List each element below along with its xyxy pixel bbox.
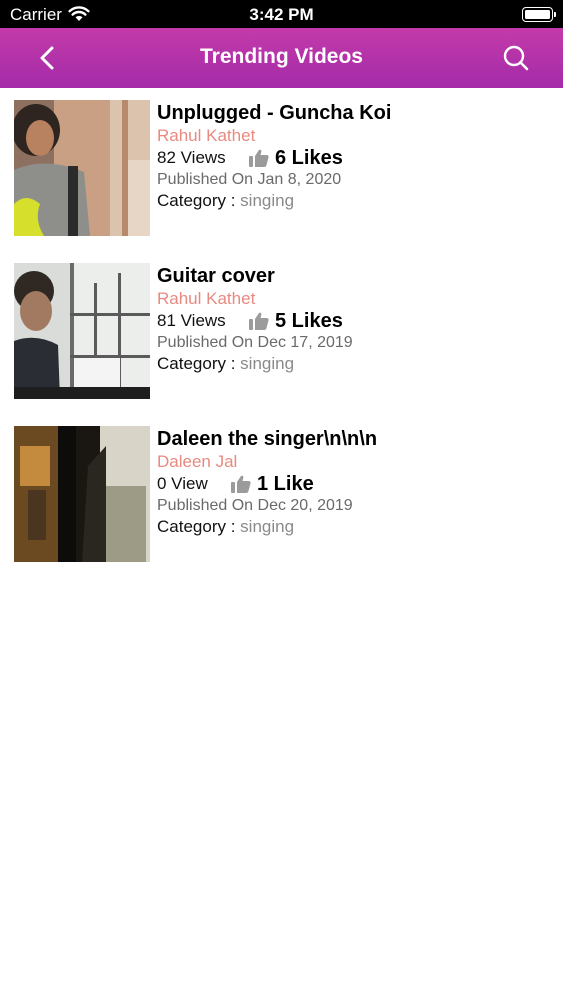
video-item[interactable]: Guitar cover Rahul Kathet 81 Views 5 Lik…	[0, 251, 563, 414]
video-thumbnail[interactable]	[14, 263, 150, 399]
view-count: 81 Views	[157, 311, 226, 330]
battery-icon	[522, 7, 556, 22]
category-value: singing	[240, 517, 295, 536]
video-title[interactable]: Daleen the singer\n\n\n	[157, 426, 557, 452]
video-author[interactable]: Daleen Jal	[157, 452, 557, 472]
published-date: Published On Dec 17, 2019	[157, 334, 353, 351]
thumbs-up-icon[interactable]	[231, 475, 251, 493]
page-title: Trending Videos	[200, 45, 363, 68]
view-count: 82 Views	[157, 148, 226, 167]
search-button[interactable]	[499, 42, 533, 74]
video-author[interactable]: Rahul Kathet	[157, 126, 557, 146]
thumbs-up-icon[interactable]	[249, 149, 269, 167]
category: Category : singing	[157, 353, 557, 374]
category: Category : singing	[157, 516, 557, 537]
status-time: 3:42 PM	[249, 5, 314, 24]
video-title[interactable]: Unplugged - Guncha Koi	[157, 100, 557, 126]
like-count: 5 Likes	[275, 310, 343, 332]
category-label: Category :	[157, 517, 236, 536]
search-icon	[503, 45, 529, 71]
category-label: Category :	[157, 354, 236, 373]
published-date: Published On Dec 20, 2019	[157, 497, 353, 514]
category-value: singing	[240, 354, 295, 373]
thumbs-up-icon[interactable]	[249, 312, 269, 330]
nav-bar: Trending Videos	[0, 28, 563, 88]
category-value: singing	[240, 191, 295, 210]
category: Category : singing	[157, 190, 557, 211]
video-thumbnail[interactable]	[14, 426, 150, 562]
video-author[interactable]: Rahul Kathet	[157, 289, 557, 309]
view-count: 0 View	[157, 474, 208, 493]
like-count: 6 Likes	[275, 147, 343, 169]
video-list: Unplugged - Guncha Koi Rahul Kathet 82 V…	[0, 88, 563, 577]
video-thumbnail[interactable]	[14, 100, 150, 236]
published-date: Published On Jan 8, 2020	[157, 171, 342, 188]
video-item[interactable]: Daleen the singer\n\n\n Daleen Jal 0 Vie…	[0, 414, 563, 577]
video-title[interactable]: Guitar cover	[157, 263, 557, 289]
video-item[interactable]: Unplugged - Guncha Koi Rahul Kathet 82 V…	[0, 88, 563, 251]
category-label: Category :	[157, 191, 236, 210]
status-bar: Carrier 3:42 PM	[0, 0, 563, 28]
like-count: 1 Like	[257, 473, 314, 495]
